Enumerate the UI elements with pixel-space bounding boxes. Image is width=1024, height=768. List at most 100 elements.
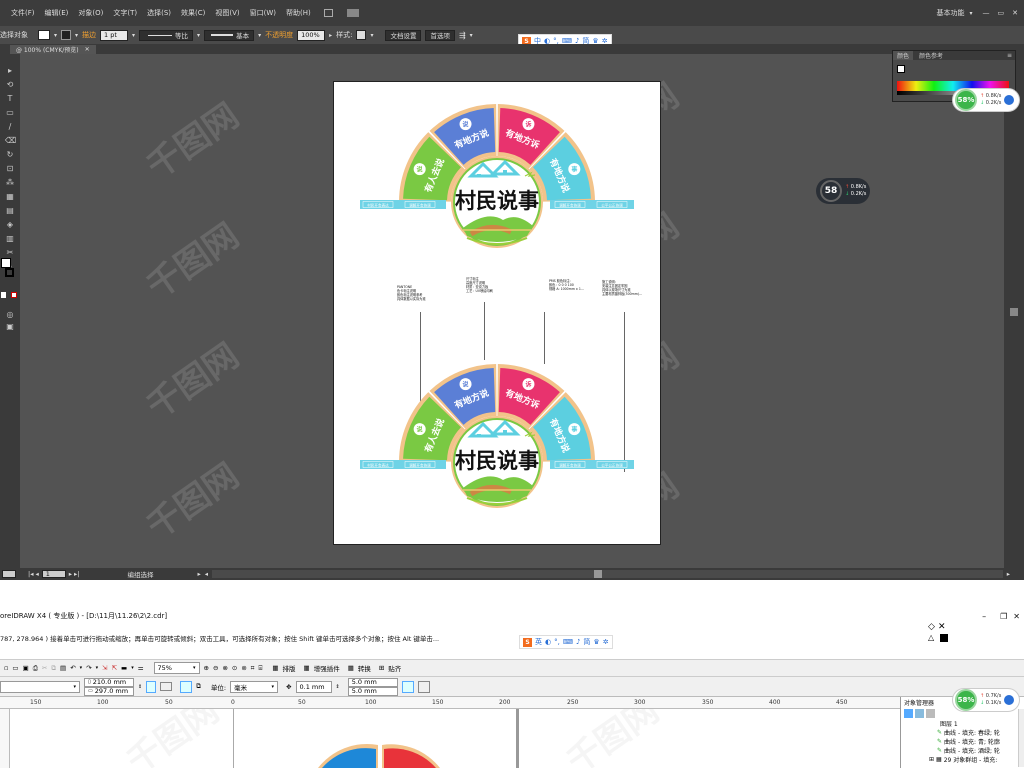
free-transform-tool-icon[interactable]: ⊡ (5, 164, 15, 173)
screen-mode-icon[interactable]: ▣ (5, 322, 15, 331)
show-properties-icon[interactable] (904, 708, 913, 718)
fill-indicator-icon[interactable]: ◇ (928, 622, 938, 632)
document-setup-button[interactable]: 文档设置 (385, 29, 422, 41)
brush-tool-icon[interactable]: ∕ (5, 122, 15, 131)
no-fill-icon[interactable]: ✕ (938, 622, 948, 632)
menu-object[interactable]: 对象(O) (73, 8, 108, 18)
menu-file[interactable]: 文件(F) (6, 8, 40, 18)
restore-icon[interactable]: ▭ (998, 9, 1005, 17)
mesh-tool-icon[interactable]: ▦ (5, 192, 15, 201)
settings-icon[interactable]: ✲ (603, 638, 609, 646)
zoom-out-icon[interactable]: ⊖ (213, 664, 218, 672)
color-tab[interactable]: 颜色 (893, 51, 914, 60)
rectangle-tool-icon[interactable]: ▭ (5, 108, 15, 117)
hscroll-right-icon[interactable]: ▸ (1007, 570, 1010, 578)
outline-indicator-icon[interactable]: △ (928, 633, 938, 643)
object-item[interactable]: 曲线 - 填充: 酒绿; 轮 (944, 746, 1000, 755)
menu-window[interactable]: 窗口(W) (245, 8, 281, 18)
workspace-switcher[interactable]: 基本功能 (931, 8, 969, 18)
restore-icon[interactable]: ❐ (1000, 612, 1007, 621)
bridge-icon[interactable] (323, 9, 333, 17)
fill-stroke-mini-icon[interactable] (897, 65, 905, 73)
nav-prev-icon[interactable]: ◂ (35, 570, 38, 578)
hscroll-left-icon[interactable]: ◂ (205, 570, 208, 578)
convert-icon[interactable]: ▦ (348, 664, 354, 672)
landscape-icon[interactable] (160, 682, 173, 691)
menu-help[interactable]: 帮助(H) (281, 8, 316, 18)
lasso-tool-icon[interactable]: ⟲ (5, 80, 15, 89)
stroke-weight-field[interactable]: 1 pt (100, 29, 129, 41)
edit-across-layers-icon[interactable] (915, 708, 924, 718)
close-icon[interactable]: ✕ (1012, 9, 1018, 17)
hscroll-track[interactable] (211, 570, 1003, 578)
blend-tool-icon[interactable]: ◈ (5, 220, 15, 229)
design-top[interactable]: 说有人去说说有地方说诉有地方诉事有地方说村民开会表达 调解开会协调 调解开会协调 公平… (334, 82, 660, 262)
welcome-icon[interactable]: ⚌ (138, 664, 144, 672)
opacity-field[interactable]: 100% (297, 29, 326, 41)
symbol-tool-icon[interactable]: ⁂ (5, 178, 15, 187)
zoom-height-icon[interactable]: ⌸ (258, 664, 262, 673)
spin-icon[interactable]: ⇕ (138, 684, 142, 690)
style-dropdown-icon[interactable]: ▾ (370, 32, 373, 39)
color-mode-icon[interactable] (1, 292, 6, 298)
object-item[interactable]: 29 对象群组 - 填充: (944, 755, 998, 764)
nudge-distance-field[interactable]: 0.1 mm (295, 680, 332, 693)
align-options-icon[interactable]: ⇶ (459, 31, 466, 40)
ime-script-label[interactable]: 简 (583, 637, 590, 647)
moon-icon[interactable]: ◐ (545, 638, 551, 646)
ime-mode-label[interactable]: 英 (535, 637, 542, 647)
portrait-icon[interactable] (146, 680, 157, 693)
new-icon[interactable]: ▫ (4, 664, 8, 672)
horizontal-ruler[interactable]: 150 100 50 0 50 100 150 200 250 300 350 … (0, 697, 900, 709)
opacity-label[interactable]: 不透明度 (265, 30, 293, 40)
accelerate-icon[interactable] (1004, 695, 1015, 705)
zoom-level-field[interactable] (2, 570, 16, 578)
network-speed-meter-bottom[interactable]: 58% ↑ 0.7K/s ↓ 0.1K/s (952, 688, 1020, 712)
undo-icon[interactable]: ↶ (70, 664, 75, 672)
keyboard-icon[interactable]: ⌨ (563, 638, 573, 646)
paste-icon[interactable]: ▤ (60, 664, 66, 672)
accelerate-icon[interactable] (1004, 95, 1015, 105)
object-item[interactable]: 曲线 - 填充: 青; 轮廓 (944, 737, 1000, 746)
convert-button[interactable]: 转换 (358, 663, 371, 673)
app-launcher-icon[interactable]: ▬ (121, 664, 127, 672)
close-icon[interactable]: ✕ (1013, 612, 1020, 621)
panel-menu-icon[interactable]: ≡ (1007, 52, 1015, 59)
layer-manager-view-icon[interactable] (926, 708, 935, 718)
menu-view[interactable]: 视图(V) (210, 8, 244, 18)
design-partial-preview[interactable] (300, 709, 500, 768)
treat-as-filled-icon[interactable] (401, 680, 414, 693)
artboard-number-field[interactable]: 1 (41, 570, 66, 578)
align-dropdown-icon[interactable]: ▾ (470, 32, 473, 39)
draw-mode-icon[interactable]: ◎ (5, 310, 15, 319)
ai-canvas[interactable]: 千图网 千图网 千图网 千图网 千图网 千图网 千图网 千图网 说有人去说说有地… (20, 54, 1004, 568)
redo-dropdown-icon[interactable]: ▾ (96, 665, 99, 671)
layer-1-label[interactable]: 图层 1 (940, 719, 958, 728)
page-width-field[interactable]: ▯ 210.0 mm (84, 677, 134, 687)
stroke-dropdown-icon[interactable]: ▾ (75, 32, 78, 39)
arrange-docs-icon[interactable] (346, 9, 359, 17)
preferences-button[interactable]: 首选项 (425, 29, 455, 41)
slice-tool-icon[interactable]: ✂ (5, 248, 15, 257)
layout-icon[interactable]: ▦ (272, 664, 278, 672)
rotate-tool-icon[interactable]: ↻ (5, 150, 15, 159)
voice-icon[interactable]: ♪ (576, 638, 580, 646)
opacity-dropdown-icon[interactable]: ▸ (329, 32, 332, 39)
dynamic-guides-icon[interactable] (417, 680, 430, 693)
plugins-icon[interactable]: ▦ (304, 664, 310, 672)
design-bottom[interactable]: 说有人去说说有地方说诉有地方诉事有地方说村民开会表达 调解开会协调 调解开会协调 公平… (334, 342, 660, 522)
zoom-width-icon[interactable]: ⌗ (251, 664, 255, 673)
print-icon[interactable]: ⎙ (33, 664, 38, 673)
fill-dropdown-icon[interactable]: ▾ (54, 32, 57, 39)
stroke-weight-dropdown-icon[interactable]: ▾ (132, 32, 135, 39)
graphic-style-swatch[interactable] (356, 30, 367, 40)
vertical-ruler[interactable] (0, 709, 10, 768)
ime-toolbar-bottom[interactable]: S 英 ◐ °, ⌨ ♪ 简 ♛ ✲ (519, 635, 613, 649)
document-tab[interactable]: @ 100% (CMYK/预览) ✕ (10, 45, 96, 54)
export-icon[interactable]: ⇱ (112, 664, 117, 672)
stroke-label[interactable]: 描边 (82, 30, 96, 40)
plugins-button[interactable]: 增强插件 (314, 663, 340, 673)
current-page-icon[interactable]: ⧉ (196, 682, 201, 691)
skin-icon[interactable]: ♛ (593, 638, 599, 646)
brush-definition[interactable]: 基本 (204, 29, 255, 41)
